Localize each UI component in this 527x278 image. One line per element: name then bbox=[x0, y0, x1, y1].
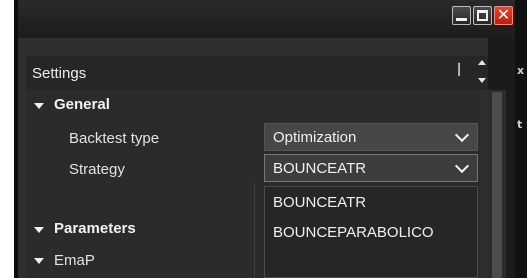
column-divider[interactable] bbox=[254, 183, 255, 278]
settings-title: Settings bbox=[32, 65, 87, 82]
window-titlebar[interactable]: ✕ bbox=[18, 0, 515, 38]
scroll-down-icon[interactable] bbox=[478, 78, 486, 83]
pin-icon[interactable]: ꟾ bbox=[457, 64, 461, 80]
chevron-down-icon bbox=[454, 127, 470, 143]
dropdown-option[interactable]: BOUNCEATR bbox=[273, 194, 366, 211]
maximize-button[interactable] bbox=[473, 6, 492, 25]
property-label-strategy: Strategy bbox=[69, 161, 125, 178]
category-label-general: General bbox=[54, 96, 110, 113]
minimize-button[interactable] bbox=[452, 6, 471, 25]
dropdown-option[interactable]: BOUNCEPARABOLICO bbox=[273, 224, 434, 241]
scroll-up-icon[interactable] bbox=[478, 60, 486, 65]
category-row-general[interactable]: General bbox=[26, 90, 480, 121]
property-label-backtest-type: Backtest type bbox=[69, 130, 160, 147]
close-button[interactable]: ✕ bbox=[494, 5, 513, 25]
strategy-dropdown-list: BOUNCEATR BOUNCEPARABOLICO bbox=[264, 186, 478, 278]
scrollbar-thumb[interactable] bbox=[492, 92, 502, 278]
backtest-type-value: Optimization bbox=[273, 129, 357, 146]
vertical-scrollbar[interactable] bbox=[488, 90, 506, 278]
strategy-select[interactable]: BOUNCEATR bbox=[264, 154, 478, 182]
left-background-edge bbox=[0, 0, 14, 278]
strategy-value: BOUNCEATR bbox=[273, 160, 367, 177]
subgroup-label-emap: EmaP bbox=[54, 252, 95, 269]
close-icon: ✕ bbox=[496, 5, 511, 24]
edge-glyph-1: x bbox=[517, 64, 525, 77]
expand-arrow-icon[interactable] bbox=[34, 258, 44, 264]
chevron-down-icon bbox=[454, 158, 470, 174]
expand-arrow-icon[interactable] bbox=[34, 103, 44, 109]
property-grid: General Backtest type Optimization Strat… bbox=[26, 90, 480, 278]
category-label-parameters: Parameters bbox=[54, 220, 136, 237]
edge-glyph-2: t bbox=[517, 118, 523, 131]
right-window-edge: x t bbox=[515, 0, 527, 278]
backtest-type-select[interactable]: Optimization bbox=[264, 123, 478, 151]
settings-panel: Settings ꟾ General Backtest type Optimiz… bbox=[18, 38, 506, 278]
expand-arrow-icon[interactable] bbox=[34, 227, 44, 233]
settings-header: Settings ꟾ bbox=[26, 56, 488, 90]
